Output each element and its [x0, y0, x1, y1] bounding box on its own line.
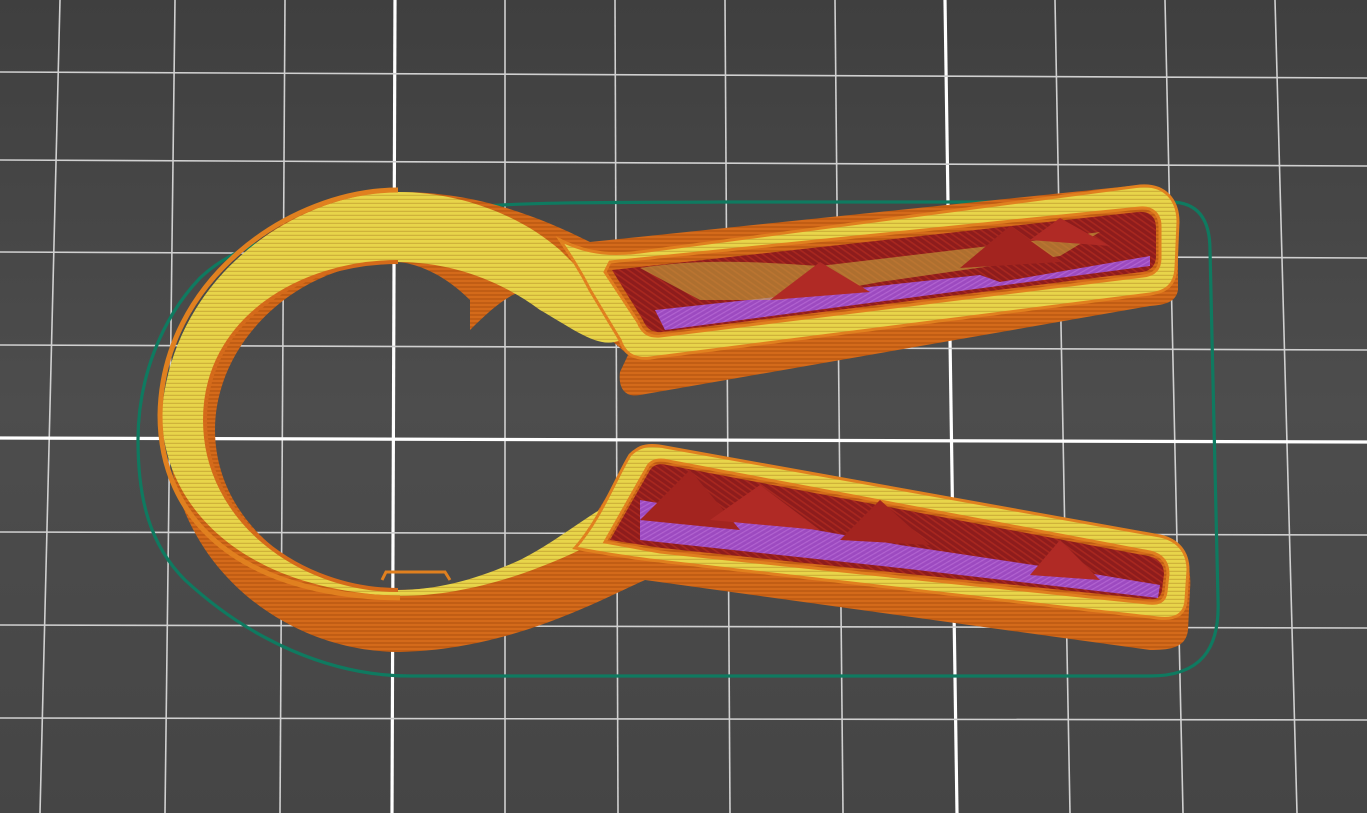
preview-canvas[interactable]	[0, 0, 1367, 813]
gcode-preview-viewport[interactable]	[0, 0, 1367, 813]
